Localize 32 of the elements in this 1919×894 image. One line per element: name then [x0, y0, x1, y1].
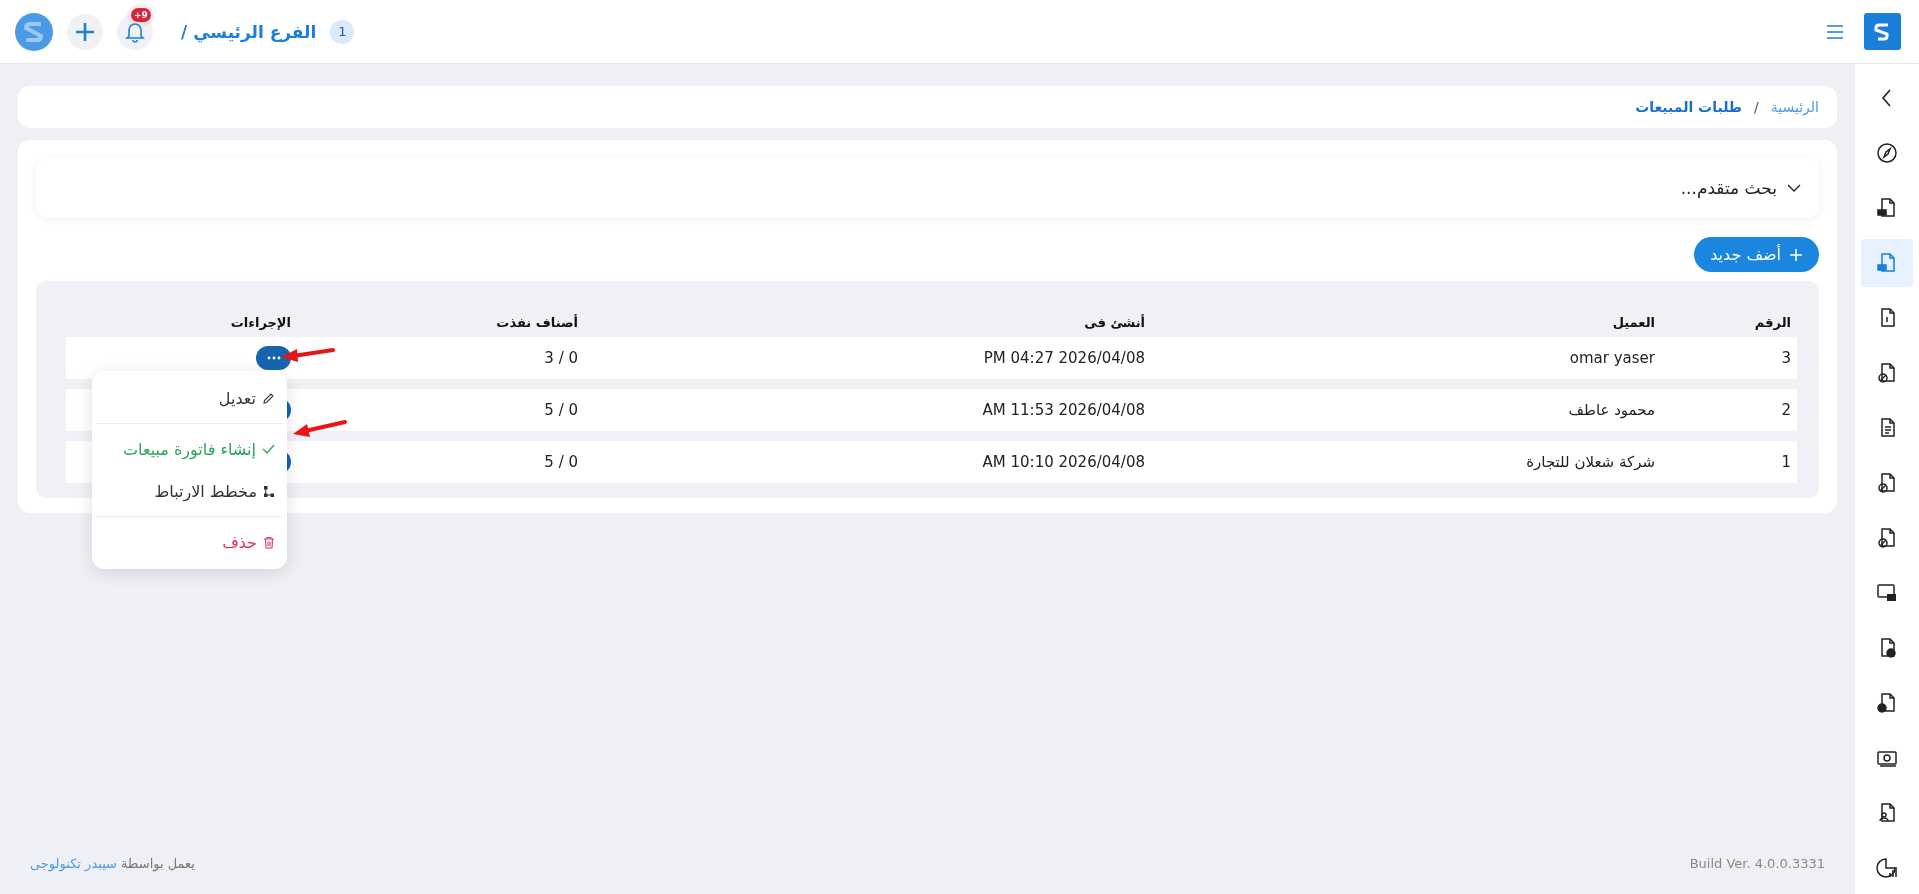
company-link[interactable]: سيبدر تكنولوجى	[30, 855, 117, 871]
menu-item[interactable]: إنشاء فاتورة مبيعات	[96, 428, 283, 470]
table-cell: 2	[1781, 401, 1791, 419]
table-cell: 3	[1781, 349, 1791, 367]
table-cell: 2026/04/08 11:53 AM	[982, 401, 1145, 419]
menu-item[interactable]: تعديل	[96, 377, 283, 419]
breadcrumb-separator: /	[1754, 99, 1759, 115]
table-cell: 2026/04/08 10:10 AM	[982, 453, 1145, 471]
table-cell: omar yaser	[1569, 349, 1655, 367]
menu-item[interactable]: مخطط الارتباط	[96, 470, 283, 512]
powered-by-text: يعمل بواسطة سيبدر تكنولوجى	[30, 855, 195, 871]
branch-number-badge: 1	[330, 19, 355, 44]
branch-name[interactable]: الفرع الرئيسي /	[181, 21, 317, 42]
notification-badge: +9	[131, 7, 151, 22]
column-header: أنشئ فى	[1084, 314, 1145, 330]
table-cell: 0 / 3	[544, 349, 578, 367]
breadcrumb-link[interactable]: طلبات المبيعات	[1635, 99, 1743, 115]
add-new-button[interactable]: أضف جديد	[1694, 237, 1819, 272]
table-cell: 1	[1781, 453, 1791, 471]
build-version: Build Ver. 4.0.0.3331	[1689, 855, 1825, 871]
column-header: أصناف نفذت	[496, 314, 578, 330]
table-cell: 2026/04/08 04:27 PM	[983, 349, 1145, 367]
column-header: الإجراءات	[230, 314, 291, 330]
column-header: العميل	[1612, 314, 1655, 330]
advanced-search-toggle[interactable]: بحث متقدم...	[36, 158, 1819, 218]
table-cell: 0 / 5	[544, 453, 578, 471]
menu-item[interactable]: حذف	[96, 521, 283, 563]
breadcrumb-link[interactable]: الرئيسية	[1770, 99, 1819, 115]
table-cell: شركة شعلان للتجارة	[1526, 453, 1655, 471]
table-cell: محمود عاطف	[1568, 401, 1655, 419]
column-header: الرقم	[1754, 314, 1791, 330]
table-cell: 0 / 5	[544, 401, 578, 419]
